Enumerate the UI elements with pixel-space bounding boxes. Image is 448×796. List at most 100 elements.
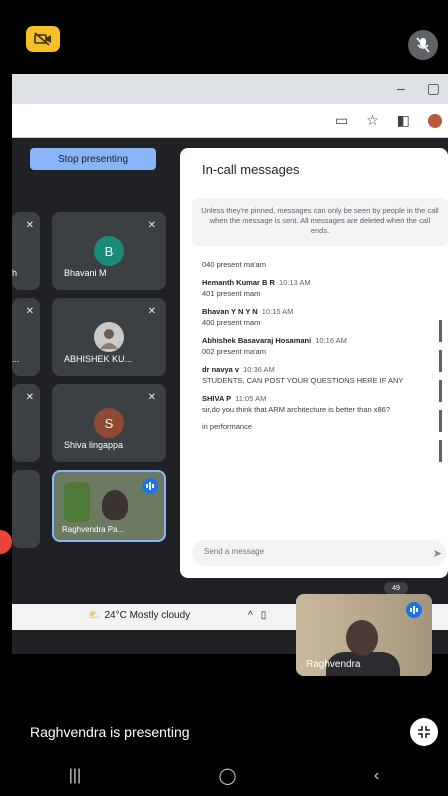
message-time: 11:05 AM (235, 394, 267, 403)
message-text: 400 present mam (202, 318, 261, 327)
sender-name: SHIVA P (202, 394, 232, 403)
message-sender: Hemanth Kumar B R 10:13 AM (202, 278, 442, 287)
in-call-messages-panel: In-call messages Unless they're pinned, … (180, 148, 448, 578)
fullscreen-button[interactable] (410, 718, 438, 746)
participant-avatar (94, 322, 124, 352)
weather-widget[interactable]: ⛅ 24°C Mostly cloudy (88, 610, 190, 621)
weather-text: 24°C Mostly cloudy (104, 610, 191, 621)
participant-tile[interactable]: ✕ (12, 384, 40, 462)
speaking-indicator-icon (406, 602, 422, 618)
recent-apps-icon[interactable]: ||| (69, 767, 81, 785)
cast-icon[interactable]: ▭ (335, 112, 348, 129)
chat-message: Hemanth Kumar B R 10:13 AM 401 present ma… (202, 278, 442, 298)
sender-name: dr navya v (202, 365, 240, 374)
self-view-tile[interactable]: Raghvendra (296, 594, 432, 676)
message-sender: Abhishek Basavaraj Hosamani 10:16 AM (202, 336, 442, 345)
message-text: sir,do you think that ARM architecture i… (202, 405, 391, 414)
message-text: in performance (202, 422, 253, 431)
android-nav-bar: ||| ◯ ‹ (0, 756, 448, 796)
sender-name: Abhishek Basavaraj Hosamani (202, 336, 312, 345)
presenting-status: Raghvendra is presenting (30, 724, 190, 740)
camera-off-button[interactable] (26, 26, 60, 52)
presenter-tile[interactable]: Raghvendra Pa... (52, 470, 166, 542)
participant-tile-bhavani[interactable]: ✕ B Bhavani M (52, 212, 166, 290)
mic-off-icon (416, 37, 430, 53)
collapse-icon (418, 726, 430, 738)
sender-name: Bhavan Y N Y N (202, 307, 258, 316)
message-time: 10:16 AM (315, 336, 347, 345)
browser-toolbar-icons: ▭ ☆ ◧ (335, 112, 442, 129)
mic-muted-icon: ✕ (25, 306, 34, 317)
participant-tile[interactable]: ✕ h (12, 212, 40, 290)
home-icon[interactable]: ◯ (219, 766, 237, 786)
bookmark-star-icon[interactable]: ☆ (366, 112, 379, 129)
plant-shape (64, 482, 90, 522)
shared-browser-window: – ▢ ▭ ☆ ◧ Stop presenting ✕ h ✕ ... ✕ ✕ … (12, 74, 448, 654)
participant-name: h (12, 268, 18, 278)
minimize-icon[interactable]: – (397, 80, 405, 97)
send-icon[interactable]: ➤ (433, 547, 442, 560)
chat-message: SHIVA P 11:05 AM sir,do you think that AR… (202, 394, 442, 431)
record-indicator (0, 530, 12, 554)
mic-off-button[interactable] (408, 30, 438, 60)
message-sender: Bhavan Y N Y N 10:15 AM (202, 307, 442, 316)
chat-notice: Unless they're pinned, messages can only… (192, 198, 448, 246)
participant-tile-shiva[interactable]: ✕ S Shiva lingappa (52, 384, 166, 462)
chat-message: 040 present ma'am (202, 260, 442, 269)
window-controls: – ▢ (397, 80, 440, 97)
browser-address-row: ▭ ☆ ◧ (12, 104, 448, 138)
chat-message: dr navya v 10:36 AM STUDENTS, CAN POST YO… (202, 365, 442, 385)
message-sender: dr navya v 10:36 AM (202, 365, 442, 374)
panel-title: In-call messages (202, 162, 300, 177)
stop-presenting-button[interactable]: Stop presenting (30, 148, 156, 170)
participant-tile[interactable] (12, 470, 40, 548)
self-view-name: Raghvendra (306, 659, 361, 670)
sender-name: Hemanth Kumar B R (202, 278, 275, 287)
participant-name: Raghvendra Pa... (62, 525, 125, 534)
phone-status-area (0, 0, 448, 74)
message-text: 002 present ma'am (202, 347, 266, 356)
participant-avatar: S (94, 408, 124, 438)
send-message-row: ➤ (192, 540, 446, 566)
meet-area: Stop presenting ✕ h ✕ ... ✕ ✕ B Bhavani … (12, 138, 448, 654)
mic-muted-icon: ✕ (25, 220, 34, 231)
speaking-indicator-icon (142, 478, 158, 494)
participant-name: ... (12, 354, 20, 364)
mic-muted-icon: ✕ (147, 220, 156, 231)
participant-name: Shiva lingappa (64, 440, 124, 450)
camera-off-icon (34, 32, 51, 46)
back-icon[interactable]: ‹ (374, 767, 379, 785)
message-list: 040 present ma'am Hemanth Kumar B R 10:13… (202, 258, 442, 440)
participant-avatar: B (94, 236, 124, 266)
message-text: 401 present mam (202, 289, 261, 298)
participant-name: Bhavani M (64, 268, 107, 278)
message-time: 10:36 AM (243, 365, 275, 374)
participant-name: ABHISHEK KU... (64, 354, 133, 364)
chat-message: Abhishek Basavaraj Hosamani 10:16 AM 002 … (202, 336, 442, 356)
message-time: 10:13 AM (278, 278, 311, 287)
cloud-icon: ⛅ (88, 610, 101, 621)
mic-muted-icon: ✕ (25, 392, 34, 403)
mic-muted-icon: ✕ (147, 392, 156, 403)
side-panel-icon[interactable]: ◧ (397, 112, 410, 129)
battery-icon[interactable]: ▯ (261, 610, 267, 621)
participant-tile[interactable]: ✕ ... (12, 298, 40, 376)
chat-scrollbar[interactable] (439, 320, 442, 490)
browser-tab-bar: – ▢ (12, 74, 448, 104)
participant-count-badge: 49 (384, 582, 408, 594)
mic-muted-icon: ✕ (147, 306, 156, 317)
chat-message: Bhavan Y N Y N 10:15 AM 400 present mam (202, 307, 442, 327)
system-tray: ^ ▯ (248, 610, 266, 621)
send-message-input[interactable] (204, 547, 404, 556)
profile-avatar-icon[interactable] (428, 113, 442, 128)
person-head (346, 620, 378, 656)
restore-icon[interactable]: ▢ (427, 80, 440, 97)
message-time: 10:15 AM (261, 307, 294, 316)
person-photo-icon (100, 329, 118, 349)
message-text: STUDENTS, CAN POST YOUR QUESTIONS HERE I… (202, 376, 404, 385)
message-text: 040 present ma'am (202, 260, 266, 269)
presenter-person (102, 490, 128, 520)
participant-tile-abhishek[interactable]: ✕ ABHISHEK KU... (52, 298, 166, 376)
chevron-up-icon[interactable]: ^ (248, 610, 253, 621)
message-sender: SHIVA P 11:05 AM (202, 394, 442, 403)
